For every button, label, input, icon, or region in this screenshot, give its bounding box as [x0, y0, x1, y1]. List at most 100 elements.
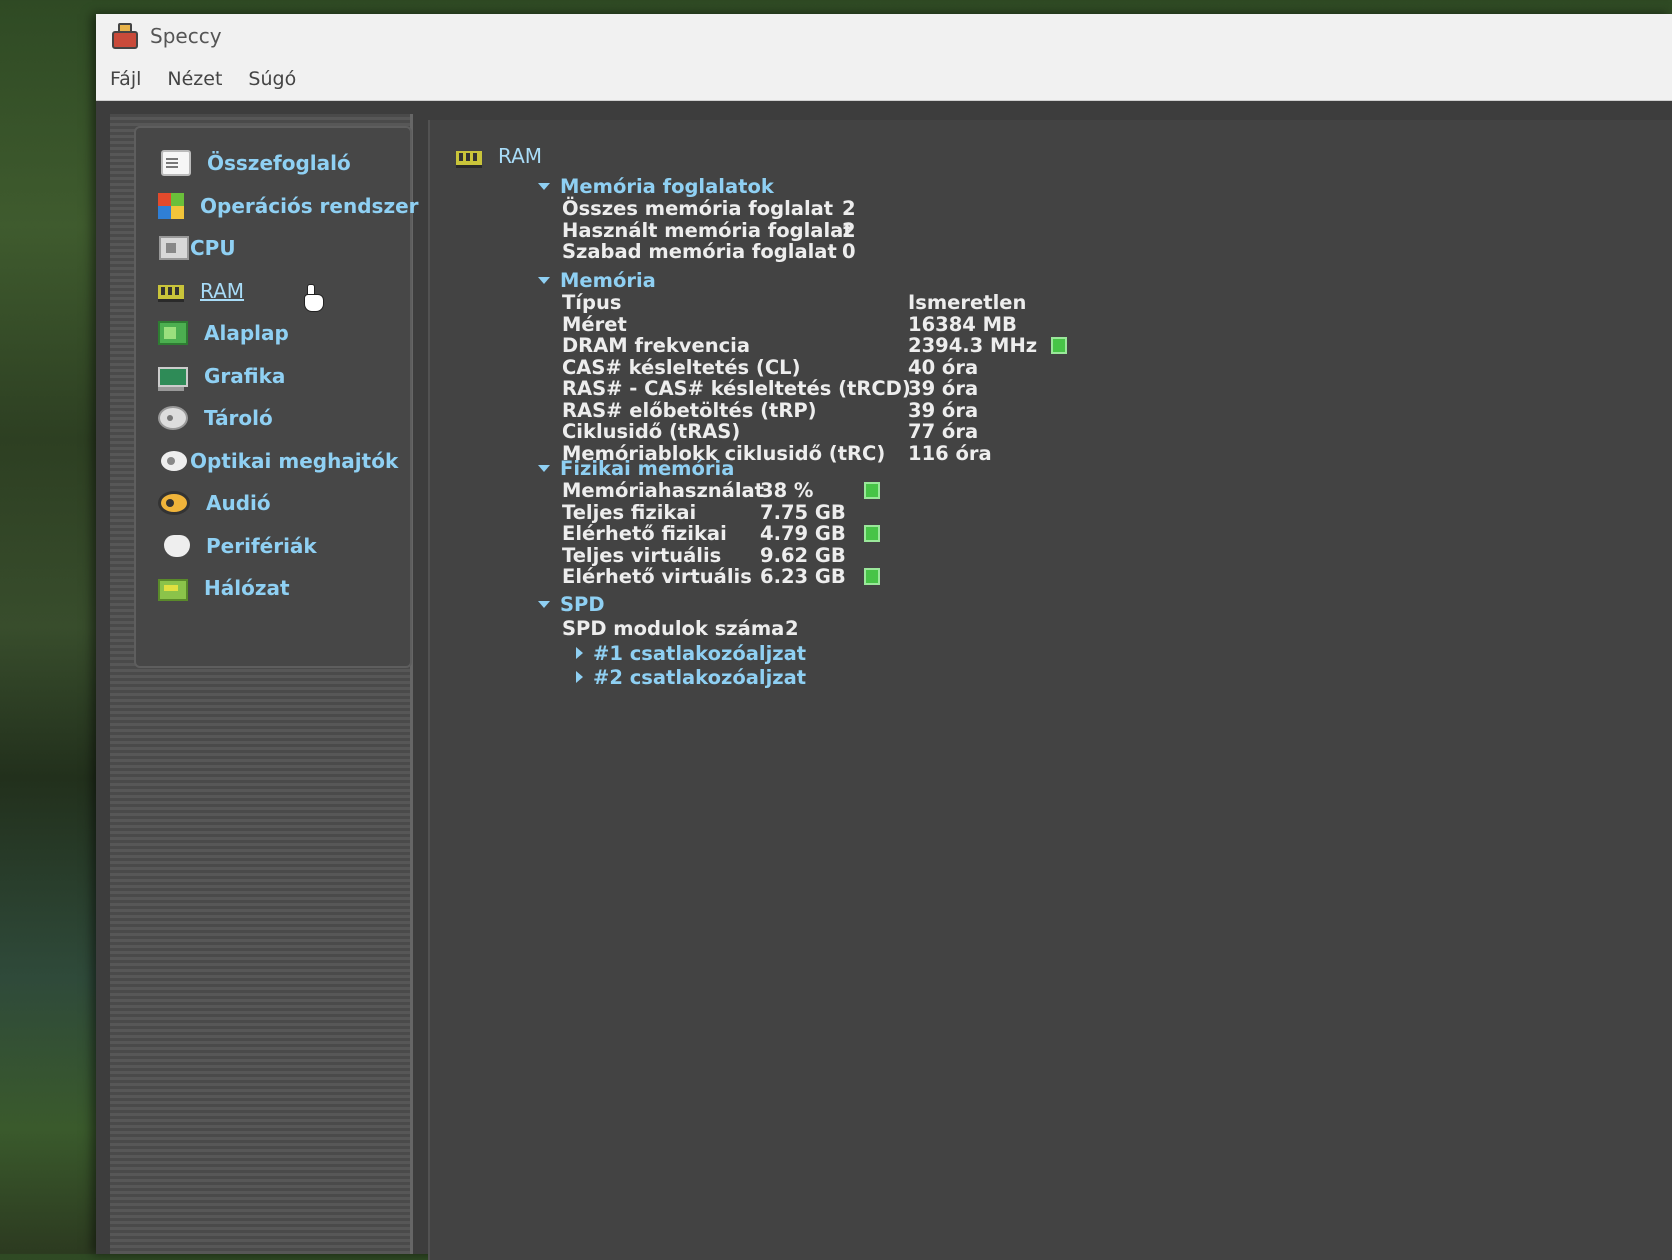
os-icon: [158, 192, 184, 219]
info-row: Szabad memória foglalat 0: [538, 240, 856, 263]
info-value: 38 %: [760, 479, 814, 503]
storage-icon: [158, 406, 188, 431]
info-row: Összes memória foglalat 2: [538, 197, 856, 221]
info-row: Ciklusidő (tRAS) 77 óra: [538, 420, 1067, 444]
info-row: Memóriahasználat 38 %: [538, 479, 880, 503]
sidebar-item-motherboard[interactable]: Alaplap: [136, 312, 410, 355]
info-value: 7.75 GB: [760, 500, 846, 524]
spd-slot-2[interactable]: #2 csatlakozóaljzat: [538, 665, 806, 689]
available-indicator-icon: [864, 568, 880, 586]
network-icon: [158, 579, 188, 602]
hand-cursor-icon: [302, 284, 324, 312]
info-key: SPD modulok száma: [562, 617, 785, 640]
cpu-icon: [159, 236, 189, 261]
info-value: 77 óra: [908, 420, 979, 444]
collapse-arrow-icon: [538, 276, 550, 284]
info-value: Ismeretlen: [908, 291, 1027, 315]
spd-slot-label: #2 csatlakozóaljzat: [593, 665, 807, 689]
speccy-window: Speccy Fájl Nézet Súgó Összefoglaló Oper…: [96, 14, 1672, 1260]
info-key: Típus: [562, 291, 622, 315]
sidebar-item-label: Hálózat: [204, 576, 290, 601]
info-value: 9.62 GB: [760, 543, 846, 567]
sidebar-item-optical-drives[interactable]: Optikai meghajtók: [136, 440, 410, 483]
sidebar-item-label: Alaplap: [204, 321, 289, 346]
sidebar-item-label: RAM: [200, 278, 245, 303]
collapse-arrow-icon: [538, 600, 550, 608]
collapse-arrow-icon: [538, 464, 550, 472]
info-row: DRAM frekvencia 2394.3 MHz: [538, 334, 1068, 358]
collapse-arrow-icon: [538, 182, 550, 190]
info-row: RAS# előbetöltés (tRP) 39 óra: [538, 398, 1067, 422]
sidebar-item-os[interactable]: Operációs rendszer: [136, 185, 419, 228]
menu-view[interactable]: Nézet: [167, 68, 222, 90]
section-title: Memória foglalatok: [560, 174, 774, 198]
optical-drive-icon: [161, 450, 187, 471]
usage-indicator-icon: [864, 482, 880, 500]
info-value: 2: [842, 218, 856, 242]
title-bar: Speccy: [96, 14, 1672, 58]
menu-bar: Fájl Nézet Súgó: [96, 58, 1672, 101]
info-key: RAS# előbetöltés (tRP): [562, 398, 817, 422]
ram-icon: [456, 150, 482, 168]
window-title: Speccy: [150, 24, 222, 48]
section-memory-slots: Memória foglalatok Összes memória foglal…: [538, 174, 856, 263]
sidebar-item-label: Grafika: [204, 363, 286, 388]
sidebar-item-label: Tároló: [204, 406, 273, 431]
info-value: 2: [842, 197, 856, 221]
menu-help[interactable]: Súgó: [248, 68, 296, 90]
sidebar-area: Összefoglaló Operációs rendszer CPU RAM …: [110, 114, 419, 1254]
info-key: RAS# - CAS# késleltetés (tRCD): [562, 377, 911, 401]
speccy-app-icon: [110, 23, 138, 49]
info-row: Elérhető virtuális 6.23 GB: [538, 565, 880, 589]
info-value: 16384 MB: [908, 312, 1017, 336]
info-row: RAS# - CAS# késleltetés (tRCD) 39 óra: [538, 377, 1067, 401]
sidebar-item-peripherals[interactable]: Perifériák: [136, 525, 410, 568]
section-memory: Memória Típus Ismeretlen Méret 16384 MB …: [538, 268, 1068, 465]
info-row: Elérhető fizikai 4.79 GB: [538, 522, 880, 546]
info-row: CAS# késleltetés (CL) 40 óra: [538, 355, 1067, 379]
info-key: Méret: [562, 312, 627, 336]
page-title: RAM: [498, 144, 543, 168]
info-key: Memóriahasználat: [562, 479, 765, 503]
menu-file[interactable]: Fájl: [110, 68, 141, 90]
details-header: RAM: [456, 144, 542, 168]
audio-icon: [158, 491, 190, 516]
info-key: Használt memória foglalat: [562, 218, 853, 242]
sidebar-item-label: Operációs rendszer: [200, 193, 419, 218]
details-panel: RAM Memória foglalatok Összes memória fo…: [428, 120, 1672, 1260]
sidebar-item-summary[interactable]: Összefoglaló: [136, 142, 410, 185]
sidebar-item-label: CPU: [190, 236, 236, 261]
ram-icon: [158, 285, 184, 303]
summary-icon: [161, 150, 191, 177]
info-row: Teljes fizikai 7.75 GB: [538, 500, 880, 524]
info-value: 40 óra: [908, 355, 979, 379]
info-key: Elérhető fizikai: [562, 522, 727, 546]
graphics-icon: [158, 367, 188, 392]
sidebar-item-ram[interactable]: RAM: [136, 270, 410, 313]
section-spd: SPD SPD modulok száma 2 #1 csatlakozóalj…: [538, 592, 806, 689]
info-row: Teljes virtuális 9.62 GB: [538, 543, 880, 567]
info-value: 2394.3 MHz: [908, 334, 1038, 358]
sidebar-nav: Összefoglaló Operációs rendszer CPU RAM …: [134, 126, 419, 668]
info-value: 39 óra: [908, 398, 979, 422]
sidebar-item-network[interactable]: Hálózat: [136, 567, 410, 610]
info-value: 2: [785, 617, 799, 640]
section-physical-memory: Fizikai memória Memóriahasználat 38 % Te…: [538, 456, 880, 588]
info-value: 4.79 GB: [760, 522, 846, 546]
expand-arrow-icon: [576, 671, 583, 683]
section-toggle[interactable]: SPD: [538, 592, 806, 616]
info-row: Méret 16384 MB: [538, 312, 1067, 336]
sidebar-item-label: Perifériák: [206, 533, 317, 558]
sidebar-item-storage[interactable]: Tároló: [136, 397, 410, 440]
info-value: 6.23 GB: [760, 565, 846, 589]
section-toggle[interactable]: Memória foglalatok: [538, 174, 856, 198]
sidebar-item-cpu[interactable]: CPU: [136, 227, 410, 270]
section-title: Fizikai memória: [560, 456, 735, 480]
spd-slot-label: #1 csatlakozóaljzat: [593, 641, 807, 665]
section-toggle[interactable]: Memória: [538, 268, 1067, 292]
sidebar-item-audio[interactable]: Audió: [136, 482, 410, 525]
info-key: Ciklusidő (tRAS): [562, 420, 741, 444]
sidebar-item-graphics[interactable]: Grafika: [136, 355, 410, 398]
section-toggle[interactable]: Fizikai memória: [538, 456, 880, 480]
spd-slot-1[interactable]: #1 csatlakozóaljzat: [538, 641, 806, 665]
